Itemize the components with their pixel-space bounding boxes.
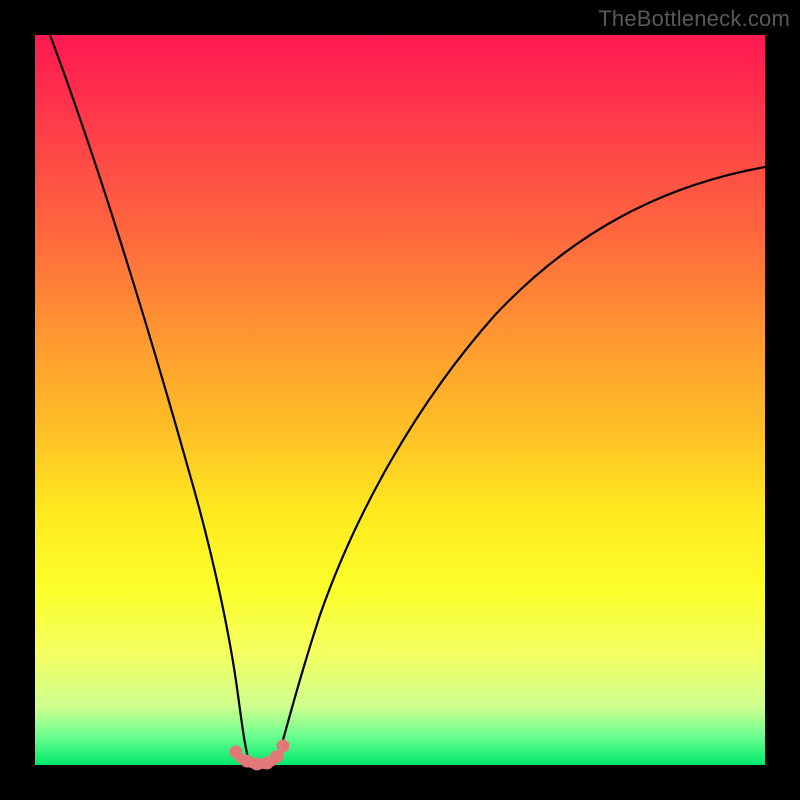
chart-frame: TheBottleneck.com bbox=[0, 0, 800, 800]
valley-dot bbox=[277, 740, 290, 753]
watermark-text: TheBottleneck.com bbox=[598, 6, 790, 32]
bottleneck-curve bbox=[35, 35, 765, 765]
valley-dot bbox=[230, 746, 243, 759]
curve-right-branch bbox=[278, 167, 765, 757]
plot-area bbox=[35, 35, 765, 765]
valley-dot bbox=[270, 751, 283, 764]
curve-left-branch bbox=[50, 35, 248, 757]
